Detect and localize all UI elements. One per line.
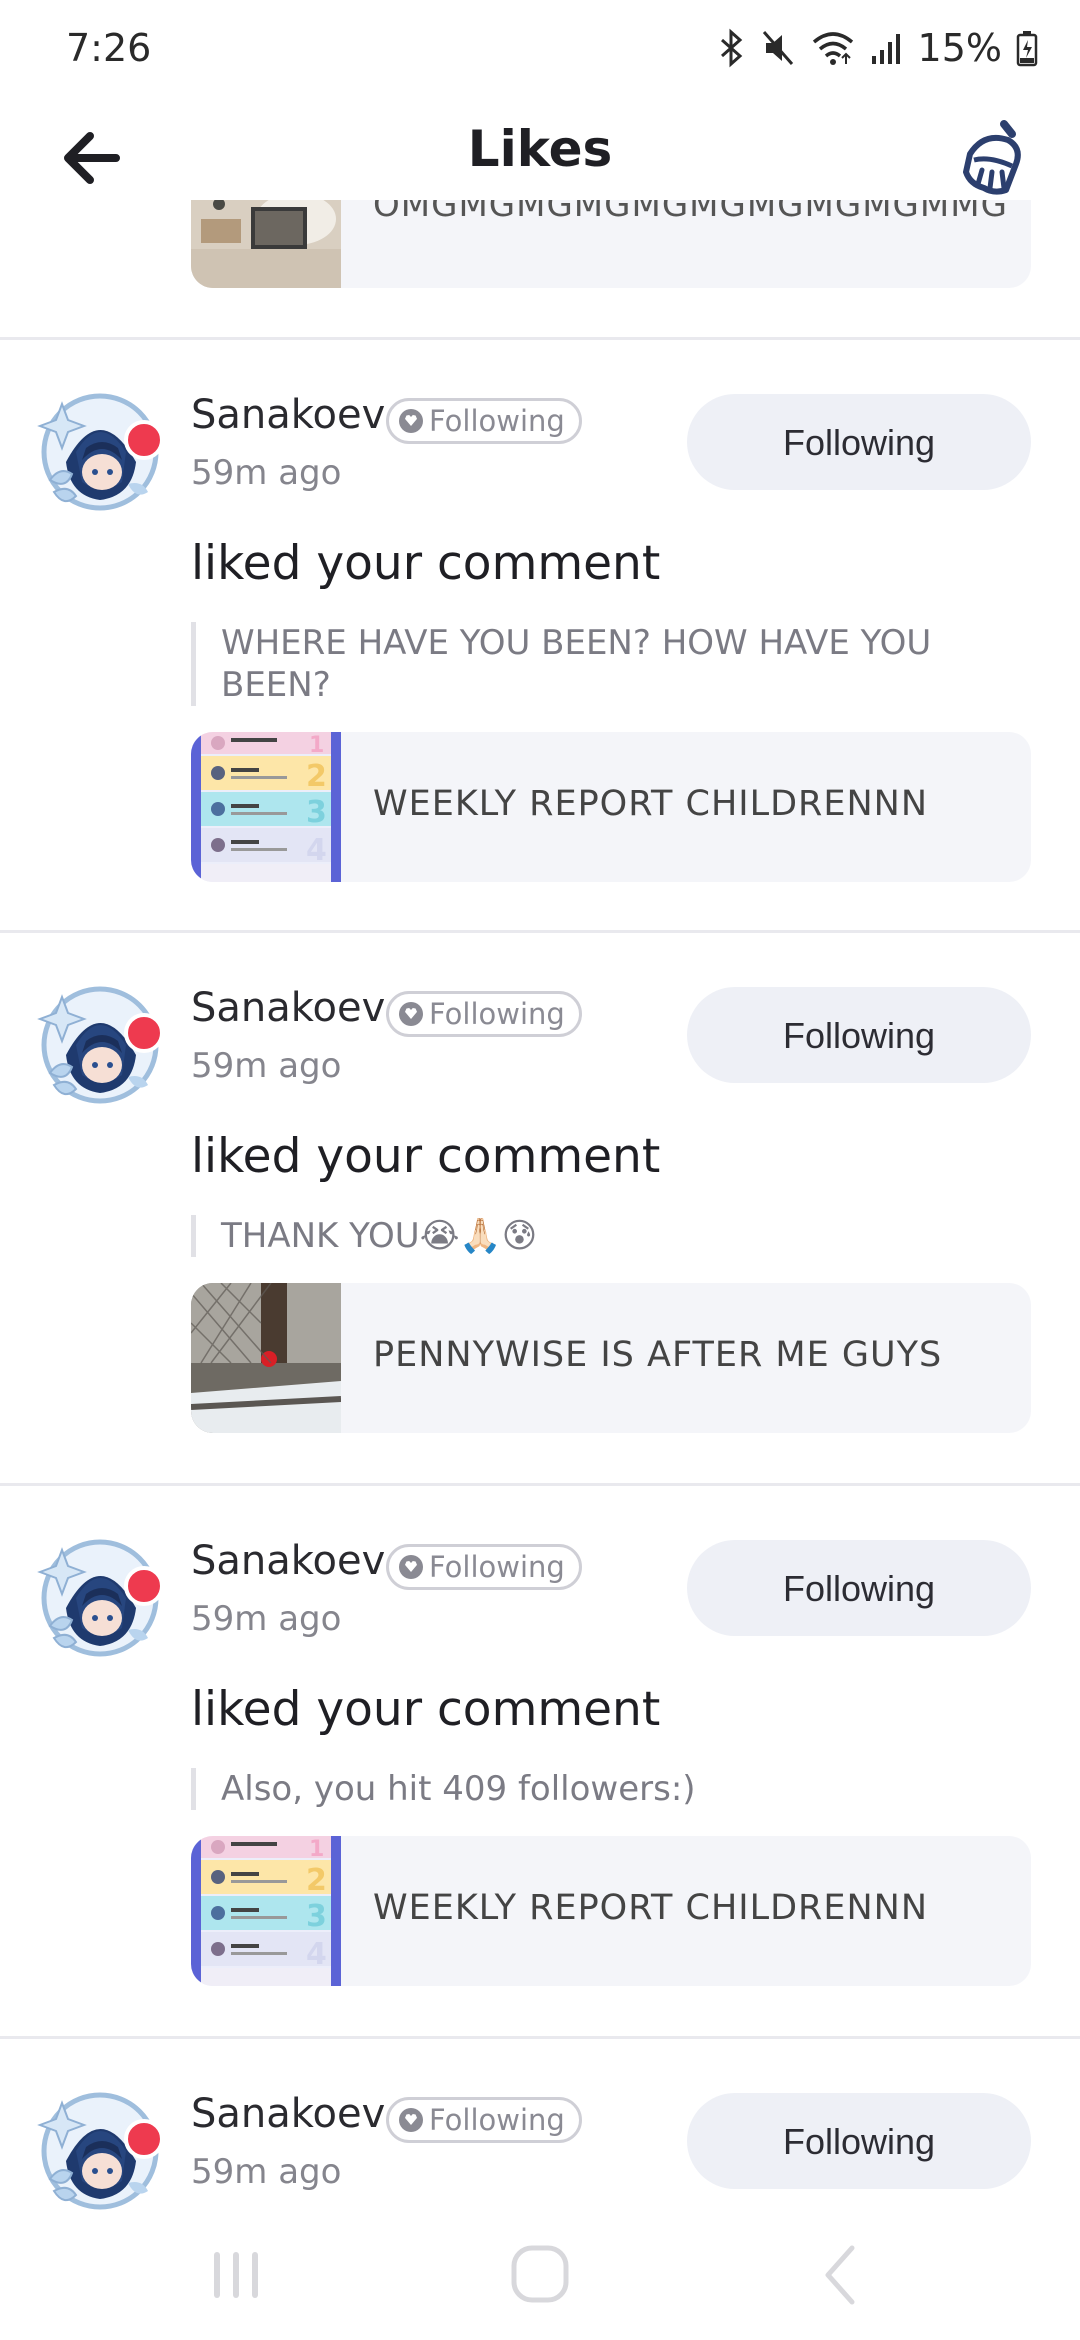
notification-item[interactable]: Sanakoev Following 59m ago Following lik… [0, 933, 1080, 1483]
post-title: PENNYWISE IS AFTER ME GUYS [373, 1335, 943, 1375]
post-preview-card[interactable]: OMGMGMGMGMGMGMGMGMGMMG [191, 200, 1031, 288]
bluetooth-icon [720, 28, 742, 68]
action-text: liked your comment [191, 536, 661, 591]
badge-label: Following [429, 2103, 565, 2137]
wifi-icon [812, 32, 853, 65]
home-button[interactable] [500, 2240, 580, 2310]
system-nav-bar [0, 2210, 1080, 2340]
page-title: Likes [467, 120, 613, 178]
comment-quote: WHERE HAVE YOU BEEN? HOW HAVE YOU BEEN? [191, 622, 961, 706]
post-preview-card[interactable]: WEEKLY REPORT CHILDRENNN [191, 732, 1031, 882]
avatar[interactable] [32, 973, 168, 1109]
following-badge: Following [386, 991, 582, 1037]
badge-label: Following [429, 997, 565, 1031]
post-thumbnail-image [191, 200, 341, 288]
badge-label: Following [429, 404, 565, 438]
post-title: WEEKLY REPORT CHILDRENNN [373, 784, 929, 824]
following-button[interactable]: Following [687, 394, 1031, 490]
battery-charging-icon [1016, 31, 1038, 67]
status-icons: 15% [716, 24, 1038, 72]
following-button[interactable]: Following [687, 1540, 1031, 1636]
clear-all-button[interactable] [952, 114, 1036, 198]
online-dot [124, 1566, 164, 1606]
heart-badge-icon [399, 2108, 423, 2132]
following-button[interactable]: Following [687, 987, 1031, 1083]
signal-icon [871, 34, 900, 64]
back-nav-button[interactable] [800, 2240, 880, 2310]
post-thumbnail-image [191, 1836, 341, 1986]
online-dot [124, 420, 164, 460]
avatar[interactable] [32, 2079, 168, 2210]
username[interactable]: Sanakoev [191, 392, 385, 438]
app-header: Likes [0, 100, 1080, 200]
notification-item[interactable]: Sanakoev Following 59m ago Following lik… [0, 340, 1080, 930]
post-preview-card[interactable]: WEEKLY REPORT CHILDRENNN [191, 1836, 1031, 1986]
status-time: 7:26 [66, 26, 152, 70]
following-badge: Following [386, 1544, 582, 1590]
timestamp: 59m ago [191, 2152, 342, 2192]
post-title: OMGMGMGMGMGMGMGMGMGMMG [373, 200, 1008, 225]
home-icon [511, 2245, 569, 2303]
badge-label: Following [429, 1550, 565, 1584]
heart-badge-icon [399, 409, 423, 433]
action-text: liked your comment [191, 1682, 661, 1737]
notification-item[interactable]: Sanakoev Following 59m ago Following [0, 2039, 1080, 2210]
previous-notification-partial: OMGMGMGMGMGMGMGMGMGMMG [0, 200, 1080, 337]
heart-badge-icon [399, 1555, 423, 1579]
post-title: WEEKLY REPORT CHILDRENNN [373, 1888, 929, 1928]
username[interactable]: Sanakoev [191, 2091, 385, 2137]
status-bar: 7:26 15% [0, 0, 1080, 100]
username[interactable]: Sanakoev [191, 1538, 385, 1584]
timestamp: 59m ago [191, 453, 342, 493]
broom-icon [963, 120, 1021, 195]
post-thumbnail-image [191, 732, 341, 882]
post-thumbnail-image [191, 1283, 341, 1433]
heart-badge-icon [399, 1002, 423, 1026]
online-dot [124, 1013, 164, 1053]
action-text: liked your comment [191, 1129, 661, 1184]
timestamp: 59m ago [191, 1046, 342, 1086]
username[interactable]: Sanakoev [191, 985, 385, 1031]
online-dot [124, 2119, 164, 2159]
following-button[interactable]: Following [687, 2093, 1031, 2189]
avatar[interactable] [32, 1526, 168, 1662]
notification-item[interactable]: Sanakoev Following 59m ago Following lik… [0, 1486, 1080, 2036]
recent-apps-icon [214, 2252, 258, 2298]
recent-apps-button[interactable] [196, 2240, 276, 2310]
comment-quote: THANK YOU😭🙏🏻😰 [191, 1215, 961, 1257]
timestamp: 59m ago [191, 1599, 342, 1639]
following-badge: Following [386, 398, 582, 444]
avatar[interactable] [32, 380, 168, 516]
mute-icon [762, 31, 793, 65]
post-preview-card[interactable]: PENNYWISE IS AFTER ME GUYS [191, 1283, 1031, 1433]
battery-percent: 15% [917, 26, 1002, 70]
following-badge: Following [386, 2097, 582, 2143]
back-nav-icon [825, 2245, 855, 2305]
comment-quote: Also, you hit 409 followers:) [191, 1768, 961, 1810]
